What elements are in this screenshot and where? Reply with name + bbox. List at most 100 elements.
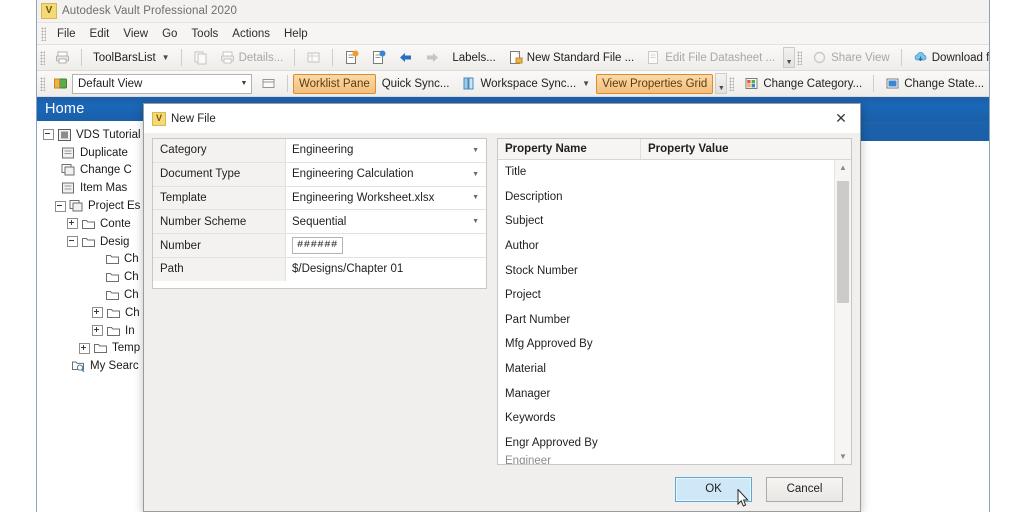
vault-node-icon [57,128,72,142]
folder-icon [106,306,121,320]
copy-icon [193,50,208,65]
new-file-quick-button[interactable] [338,47,365,68]
number-input[interactable]: ###### [292,237,343,255]
table-row[interactable]: Part Number [498,308,834,333]
close-icon[interactable]: ✕ [826,107,856,131]
download-from-cloud-drive-button[interactable]: Download from Cloud Drive [907,47,989,68]
table-row[interactable]: Mfg Approved By [498,332,834,357]
toolbar-grip-icon[interactable] [40,50,45,65]
property-name: Engineer [505,455,552,464]
toolbarslist-dropdown[interactable]: ToolBarsList ▼ [87,48,176,68]
table-row[interactable]: Engineer [498,455,834,464]
scroll-up-icon[interactable]: ▲ [835,160,851,175]
toolbar-overflow-button[interactable]: ▼ [783,47,796,68]
toolbar2-overflow-button[interactable]: ▼ [715,73,728,94]
property-grid-scrollbar[interactable]: ▲ ▼ [834,160,851,464]
new-standard-file-button[interactable]: New Standard File ... [502,47,640,68]
copy-button[interactable] [187,47,214,68]
property-name: Project [505,289,541,302]
expander-icon[interactable] [92,325,103,337]
tree-node-label: Conte [100,217,131,230]
new-standard-file-label: New Standard File ... [526,51,635,64]
table-row[interactable]: Stock Number [498,258,834,283]
toolbar2-grip-icon[interactable] [40,76,45,91]
table-row[interactable]: Keywords [498,406,834,431]
expander-icon[interactable] [79,342,90,354]
arrow-right-icon [425,50,440,65]
share-view-button[interactable]: Share View [806,47,896,68]
back-button[interactable] [392,47,419,68]
table-row[interactable]: Material [498,357,834,382]
file-copy-button[interactable] [365,47,392,68]
menu-item-edit[interactable]: Edit [83,26,117,42]
print-button[interactable] [49,47,76,68]
workspace-sync-button[interactable]: Workspace Sync... ▼ [455,73,596,94]
expander-icon[interactable] [55,200,66,212]
tab-home[interactable]: Home [37,101,84,117]
table-row[interactable]: Engr Approved By [498,431,834,456]
quick-sync-label: Quick Sync... [381,77,450,90]
details-button[interactable]: Details... [214,47,290,68]
scroll-down-icon[interactable]: ▼ [835,449,851,464]
window-layout-button[interactable] [255,73,282,94]
table-row[interactable]: Author [498,234,834,259]
forward-button[interactable] [419,47,446,68]
datasheet-icon [646,50,661,65]
document-type-dropdown[interactable]: Engineering Calculation ▼ [286,162,486,186]
change-category-button[interactable]: Change Category... [738,73,868,94]
view-properties-grid-button[interactable]: View Properties Grid [596,73,714,94]
menu-item-go[interactable]: Go [155,26,184,42]
category-dropdown[interactable]: Engineering ▼ [286,139,486,162]
quick-sync-button[interactable]: Quick Sync... [376,74,456,94]
tree-node-label: In [125,324,135,337]
share-icon [812,50,827,65]
expander-icon[interactable] [67,236,78,248]
table-row[interactable]: Manager [498,381,834,406]
grid-view-button[interactable] [300,47,327,68]
change-state-button[interactable]: Change State... [879,73,989,94]
scrollbar-thumb[interactable] [837,181,849,303]
menu-item-view[interactable]: View [116,26,155,42]
window-icon [261,76,276,91]
view-combo[interactable]: Default View ▼ [72,73,252,94]
toolbar-grip-icon-2[interactable] [797,50,803,65]
printer-icon [220,50,235,65]
table-row[interactable]: Subject [498,209,834,234]
number-scheme-value: Sequential [292,215,347,228]
category-value: Engineering [292,144,354,157]
labels-label: Labels... [452,51,496,64]
number-scheme-dropdown[interactable]: Sequential ▼ [286,210,486,234]
menu-item-actions[interactable]: Actions [225,26,277,42]
cancel-button[interactable]: Cancel [766,476,843,502]
template-dropdown[interactable]: Engineering Worksheet.xlsx ▼ [286,186,486,210]
toolbar2-grip-icon-2[interactable] [729,76,735,91]
menu-item-file[interactable]: File [50,26,83,42]
property-name: Title [505,166,527,179]
grid-icon [306,50,321,65]
scrollbar-track[interactable] [835,175,851,449]
chevron-down-icon: ▼ [472,170,479,178]
column-header-property-value: Property Value [648,143,729,155]
sync-icon [461,76,476,91]
column-header-property-name: Property Name [498,139,641,159]
labels-button[interactable]: Labels... [446,48,501,68]
table-row[interactable]: Title [498,160,834,185]
tree-node-label: Item Mas [80,182,128,195]
table-row[interactable]: Description [498,185,834,210]
menu-grip-icon[interactable] [41,26,46,41]
ok-button[interactable]: OK [675,476,752,502]
tree-node-label: Ch [124,289,139,302]
menu-item-help[interactable]: Help [277,26,315,42]
menu-item-tools[interactable]: Tools [184,26,225,42]
edit-file-datasheet-button[interactable]: Edit File Datasheet ... [640,47,781,68]
worklist-pane-button[interactable]: Worklist Pane [293,73,376,94]
toolbarslist-label: ToolBarsList [93,51,156,64]
expander-icon[interactable] [67,218,78,230]
expander-icon[interactable] [43,129,54,141]
table-row[interactable]: Project [498,283,834,308]
form-row-document-type: Document Type Engineering Calculation ▼ [153,162,486,187]
property-name: Author [505,240,539,253]
label-path: Path [153,257,286,281]
expander-icon[interactable] [92,307,103,319]
change-state-label: Change State... [904,77,985,90]
